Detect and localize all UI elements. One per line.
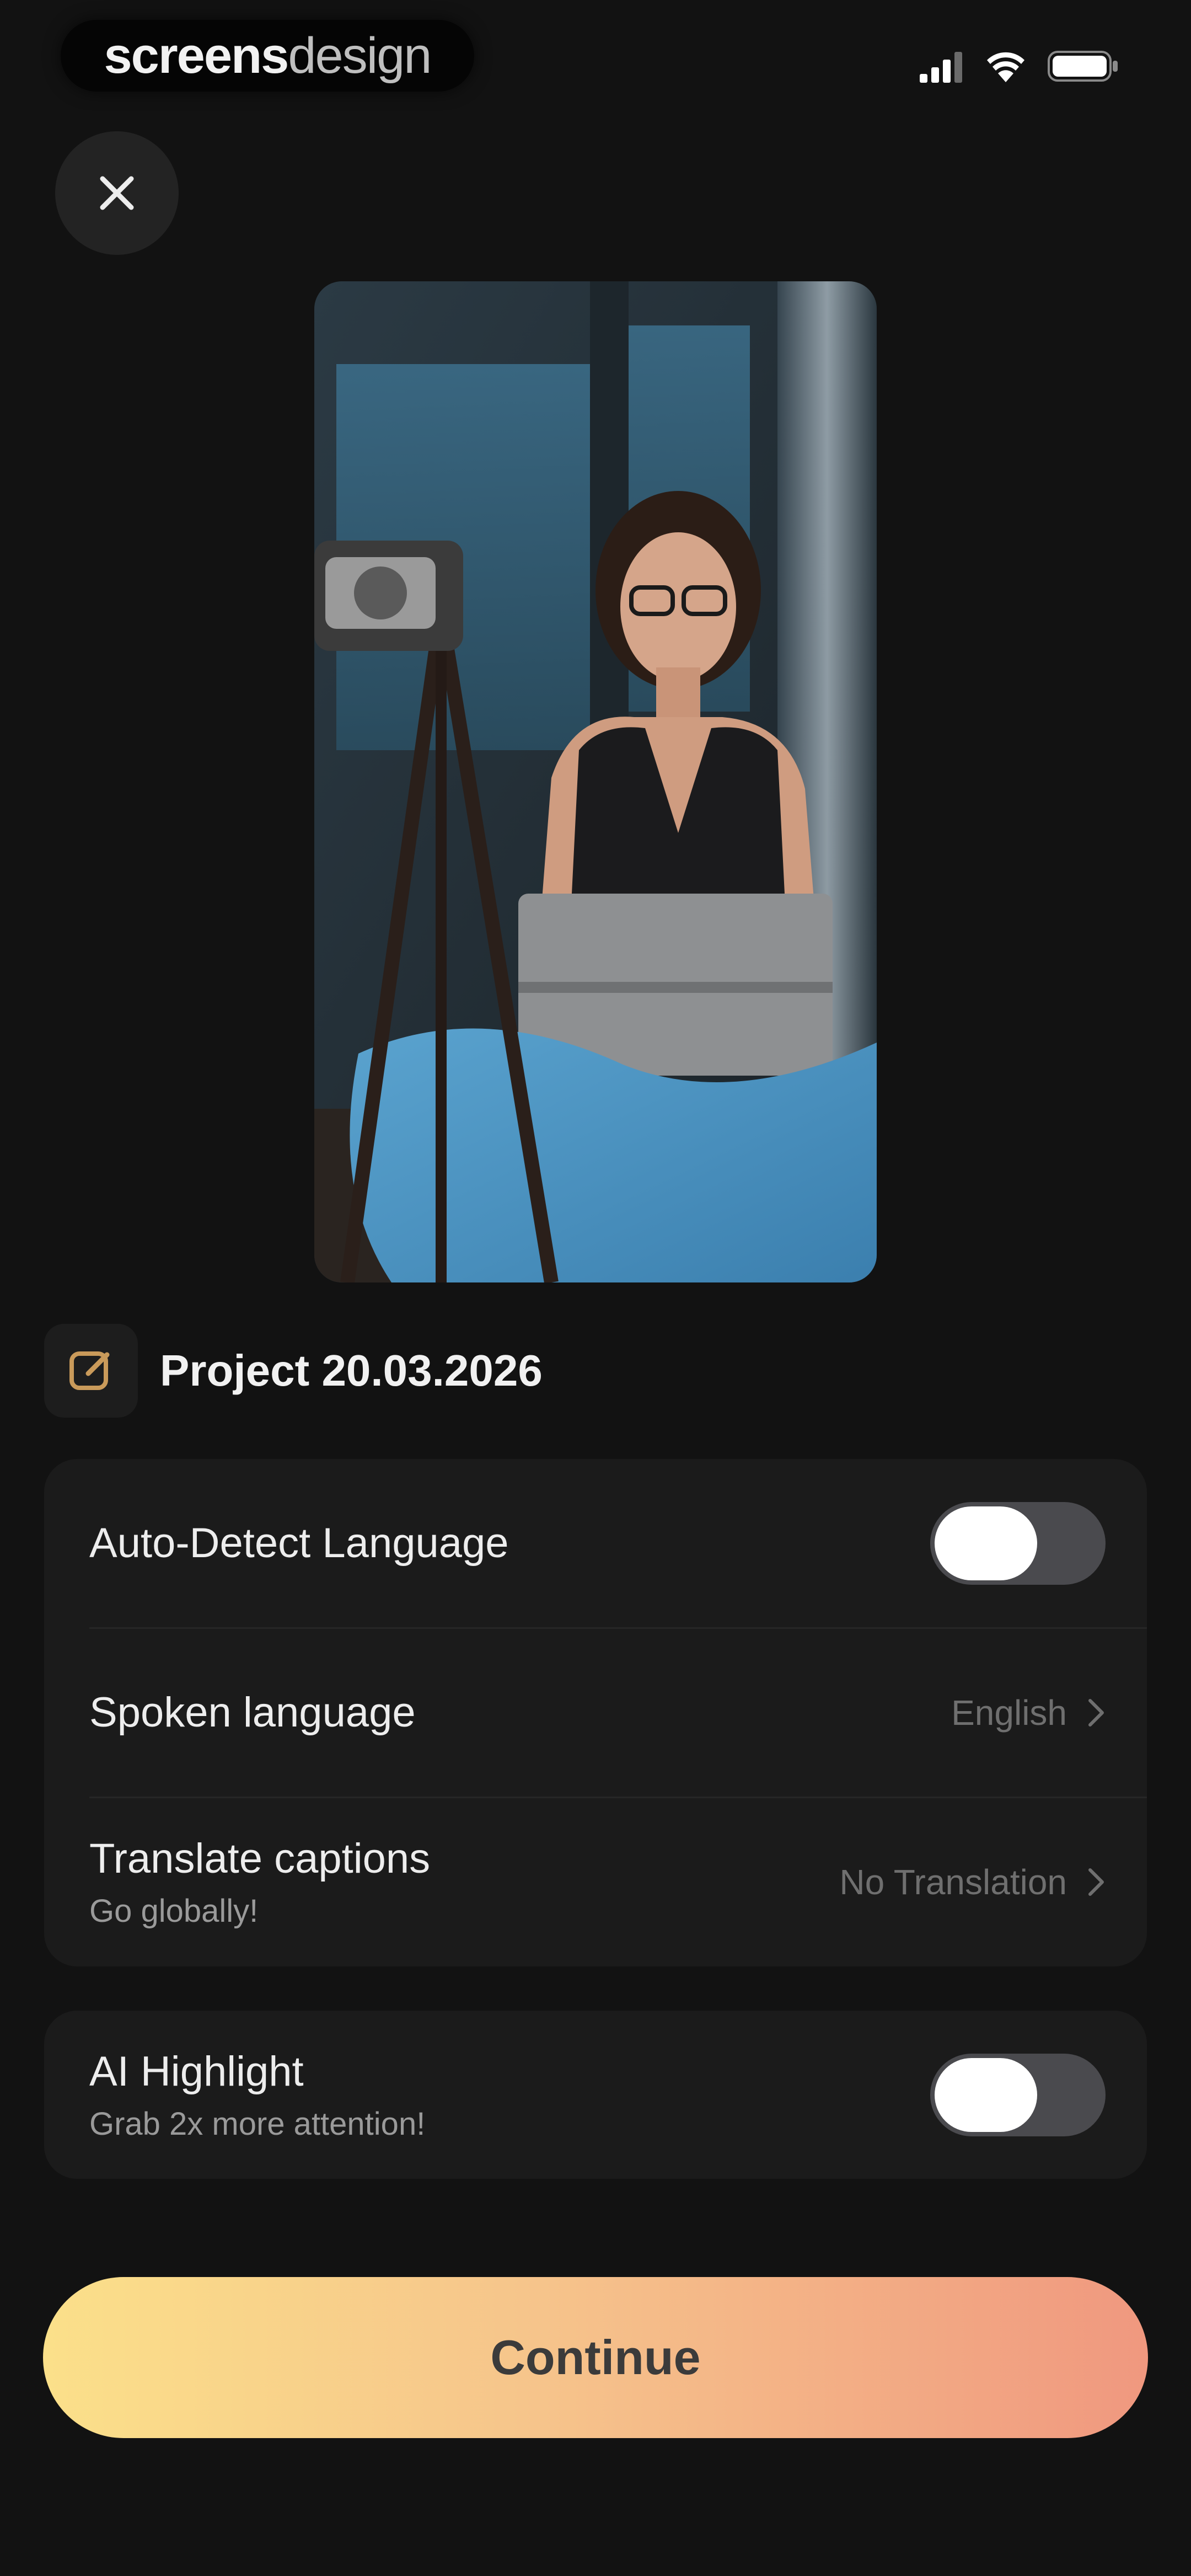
edit-icon[interactable] xyxy=(44,1324,138,1418)
continue-button[interactable]: Continue xyxy=(43,2277,1148,2438)
close-icon xyxy=(100,176,134,210)
wifi-icon xyxy=(987,52,1024,82)
chevron-right-icon xyxy=(1088,1868,1104,1896)
project-row[interactable]: Project 20.03.2026 xyxy=(44,1324,543,1418)
spoken-language-label: Spoken language xyxy=(89,1689,416,1736)
translate-captions-label: Translate captions xyxy=(89,1835,431,1882)
spoken-language-value: English xyxy=(951,1692,1067,1733)
project-title[interactable]: Project 20.03.2026 xyxy=(160,1345,543,1396)
battery-icon xyxy=(1048,51,1118,82)
subtitle-settings-screen: screens design Project 20.03.2026 Auto-D… xyxy=(0,0,1191,2576)
ai-highlight-subtitle: Grab 2x more attention! xyxy=(89,2105,426,2142)
chevron-right-icon xyxy=(1088,1698,1104,1727)
auto-detect-language-toggle[interactable] xyxy=(930,1501,1106,1585)
translate-captions-row[interactable]: Translate captions Go globally! No Trans… xyxy=(44,1798,1147,1966)
auto-detect-language-row: Auto-Detect Language xyxy=(44,1459,1147,1627)
translate-captions-value: No Translation xyxy=(839,1862,1067,1902)
brand-watermark: screens design xyxy=(61,20,474,92)
status-icons xyxy=(920,50,1119,83)
ai-highlight-text: AI Highlight Grab 2x more attention! xyxy=(89,2048,425,2142)
preview-illustration xyxy=(314,281,877,1282)
continue-label: Continue xyxy=(490,2330,701,2385)
spoken-language-value-group: English xyxy=(951,1692,1106,1733)
signal-icon xyxy=(920,52,962,83)
brand-light-text: design xyxy=(288,27,432,84)
ai-highlight-card: AI Highlight Grab 2x more attention! xyxy=(44,2011,1147,2179)
close-button[interactable] xyxy=(55,131,179,255)
ai-highlight-label: AI Highlight xyxy=(89,2048,304,2095)
translate-captions-text: Translate captions Go globally! xyxy=(89,1835,430,1930)
auto-detect-language-label: Auto-Detect Language xyxy=(89,1520,509,1567)
spoken-language-row[interactable]: Spoken language English xyxy=(44,1628,1147,1797)
toggle-knob xyxy=(935,2057,1037,2132)
brand-bold-text: screens xyxy=(104,27,289,84)
translate-captions-subtitle: Go globally! xyxy=(89,1893,259,1929)
video-preview-image xyxy=(314,281,877,1282)
caption-settings-card: Auto-Detect Language Spoken language Eng… xyxy=(44,1459,1147,1966)
ai-highlight-row: AI Highlight Grab 2x more attention! xyxy=(44,2011,1147,2179)
translate-captions-value-group: No Translation xyxy=(839,1862,1106,1902)
toggle-knob xyxy=(935,1506,1037,1580)
ai-highlight-toggle[interactable] xyxy=(930,2053,1106,2136)
